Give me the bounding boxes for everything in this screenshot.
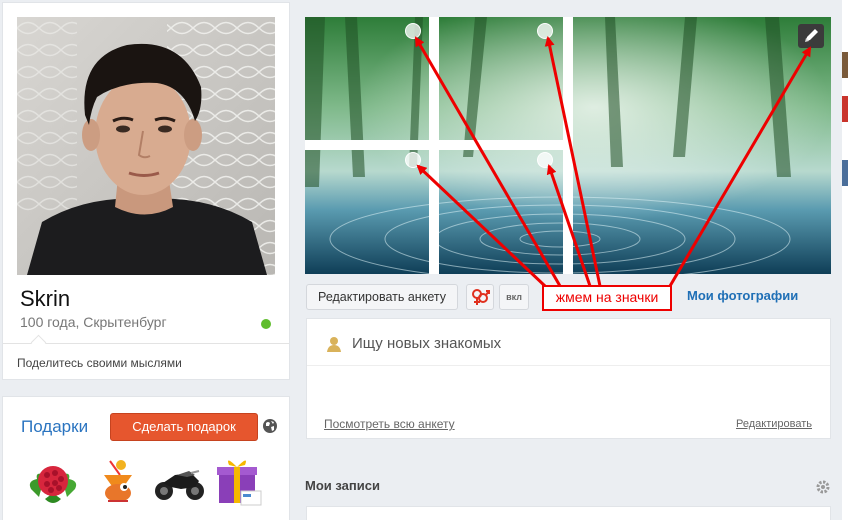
side-thumbnail[interactable] xyxy=(842,96,848,122)
avatar[interactable] xyxy=(17,17,275,275)
raspberry-gift-icon[interactable] xyxy=(25,453,81,509)
profile-card: Skrin 100 года, Скрытенбург Поделитесь с… xyxy=(2,2,290,380)
edit-link[interactable]: Редактировать xyxy=(736,418,812,430)
side-thumbnail[interactable] xyxy=(842,160,848,186)
bird-cocktail-gift-icon[interactable] xyxy=(90,453,146,509)
profile-name: Skrin xyxy=(20,286,71,311)
make-gift-button[interactable]: Сделать подарок xyxy=(110,413,258,441)
divider xyxy=(307,365,830,366)
online-indicator xyxy=(261,319,271,329)
profile-meta[interactable]: 100 года, Скрытенбург xyxy=(20,314,167,330)
looking-for-text[interactable]: Ищу новых знакомых xyxy=(352,335,501,352)
gender-icon[interactable] xyxy=(466,284,494,310)
photo-select-icon[interactable] xyxy=(405,152,421,168)
gear-icon[interactable] xyxy=(815,479,831,500)
pencil-icon[interactable] xyxy=(798,24,824,48)
posts-title: Мои записи xyxy=(305,478,380,493)
view-full-profile-link[interactable]: Посмотреть всю анкету xyxy=(324,417,455,431)
status-notch xyxy=(30,334,47,351)
edit-profile-button[interactable]: Редактировать анкету xyxy=(306,284,458,310)
globe-icon[interactable] xyxy=(262,418,278,439)
cover-photo-grid xyxy=(305,17,831,274)
photo-select-icon[interactable] xyxy=(537,152,553,168)
side-thumbnail[interactable] xyxy=(842,52,848,78)
divider xyxy=(3,343,289,344)
toggle-button[interactable]: вкл xyxy=(499,284,529,310)
posts-card xyxy=(306,506,831,520)
status-input[interactable]: Поделитесь своими мыслями xyxy=(17,356,182,370)
annotation-label: жмем на значки xyxy=(542,285,672,311)
gift-box-gift-icon[interactable] xyxy=(211,453,267,509)
gifts-title[interactable]: Подарки xyxy=(21,417,88,437)
side-panel-edge xyxy=(842,0,848,520)
gifts-card: Подарки Сделать подарок xyxy=(2,396,290,520)
my-photos-link[interactable]: Мои фотографии xyxy=(687,288,798,303)
person-icon xyxy=(326,336,342,357)
photo-select-icon[interactable] xyxy=(405,23,421,39)
motorcycle-gift-icon[interactable] xyxy=(151,453,207,509)
about-card: Ищу новых знакомых Посмотреть всю анкету… xyxy=(306,318,831,439)
photo-select-icon[interactable] xyxy=(537,23,553,39)
